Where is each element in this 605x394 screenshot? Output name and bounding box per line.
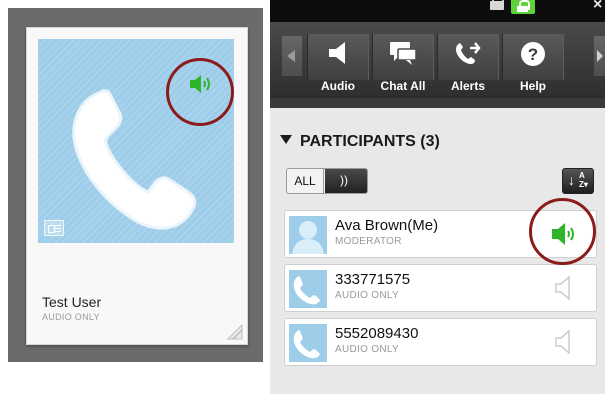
video-tile-panel: Test User AUDIO ONLY (8, 8, 263, 362)
phone-handset-icon (293, 330, 320, 359)
meeting-side-panel: × ? Audio Chat All Alerts Help PARTICIPA… (270, 0, 605, 394)
panel-title-bar: × (270, 0, 605, 22)
filter-all-button[interactable]: ALL (287, 169, 324, 193)
participant-filter: ALL )) (286, 168, 368, 194)
audio-button[interactable] (307, 34, 369, 80)
alert-phone-icon (456, 42, 481, 64)
speaker-muted-icon[interactable] (550, 329, 580, 355)
participant-role: AUDIO ONLY (335, 290, 399, 301)
chat-all-button-label: Chat All (380, 79, 426, 93)
participants-header[interactable]: PARTICIPANTS (3) (280, 133, 440, 151)
audio-waves-icon: )) (340, 173, 348, 187)
lock-icon[interactable] (490, 0, 504, 12)
sort-arrow-icon: ↓ (568, 172, 575, 188)
svg-text:?: ? (528, 45, 538, 64)
unlock-icon[interactable] (511, 0, 535, 14)
chat-all-button[interactable] (372, 34, 434, 80)
audio-button-label: Audio (321, 79, 355, 93)
question-icon: ? (521, 42, 545, 66)
participants-header-label: PARTICIPANTS (3) (300, 133, 440, 150)
speaker-icon (329, 42, 345, 64)
chat-bubbles-icon (390, 42, 417, 65)
highlight-ring-tile-speaker (166, 58, 234, 126)
participant-name: 333771575 (335, 271, 411, 288)
sort-az-icon: A Z▾ (579, 171, 588, 189)
scroll-left-arrow-icon[interactable] (282, 36, 302, 76)
close-icon[interactable]: × (593, 0, 602, 14)
participant-name: 5552089430 (335, 325, 419, 342)
alerts-button[interactable] (437, 34, 499, 80)
phone-handset-icon (293, 276, 320, 305)
help-button[interactable]: ? (502, 34, 564, 80)
avatar (289, 270, 327, 308)
avatar (289, 216, 327, 254)
scroll-right-arrow-icon[interactable] (594, 36, 605, 76)
person-silhouette-icon (292, 221, 324, 254)
screenshot-stage: Test User AUDIO ONLY × ? Audio Chat All … (0, 0, 605, 394)
camera-icon[interactable] (44, 220, 64, 236)
participant-row[interactable]: 5552089430 AUDIO ONLY (284, 318, 597, 366)
tile-participant-name: Test User (42, 294, 102, 310)
participant-role: AUDIO ONLY (335, 344, 399, 355)
highlight-ring-participant-speaker (529, 198, 596, 265)
participant-role: MODERATOR (335, 236, 402, 247)
tile-participant-status: AUDIO ONLY (42, 312, 100, 322)
resize-corner-icon[interactable] (227, 324, 243, 340)
sort-button[interactable]: ↓ A Z▾ (562, 168, 594, 194)
avatar (289, 324, 327, 362)
filter-audio-button[interactable]: )) (325, 169, 367, 193)
participant-name: Ava Brown(Me) (335, 217, 439, 234)
participant-row[interactable]: 333771575 AUDIO ONLY (284, 264, 597, 312)
alerts-button-label: Alerts (450, 79, 485, 93)
speaker-muted-icon[interactable] (550, 275, 580, 301)
toolbar: ? Audio Chat All Alerts Help (270, 22, 605, 98)
collapse-triangle-icon[interactable] (280, 135, 292, 145)
help-button-label: Help (519, 79, 546, 93)
